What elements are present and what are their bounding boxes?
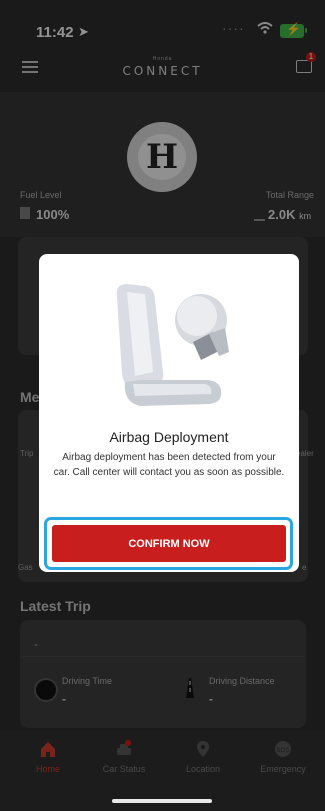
app-screen: 11:42 ➤ ···· ⚡ Honda CONNECT 1 H Fuel Le… (0, 0, 325, 811)
dialog-title: Airbag Deployment (109, 429, 229, 445)
airbag-seat-illustration (116, 284, 229, 406)
confirm-now-button[interactable]: CONFIRM NOW (52, 525, 286, 562)
home-indicator[interactable] (112, 799, 212, 803)
dialog-message: Airbag deployment has been detected from… (53, 452, 285, 478)
